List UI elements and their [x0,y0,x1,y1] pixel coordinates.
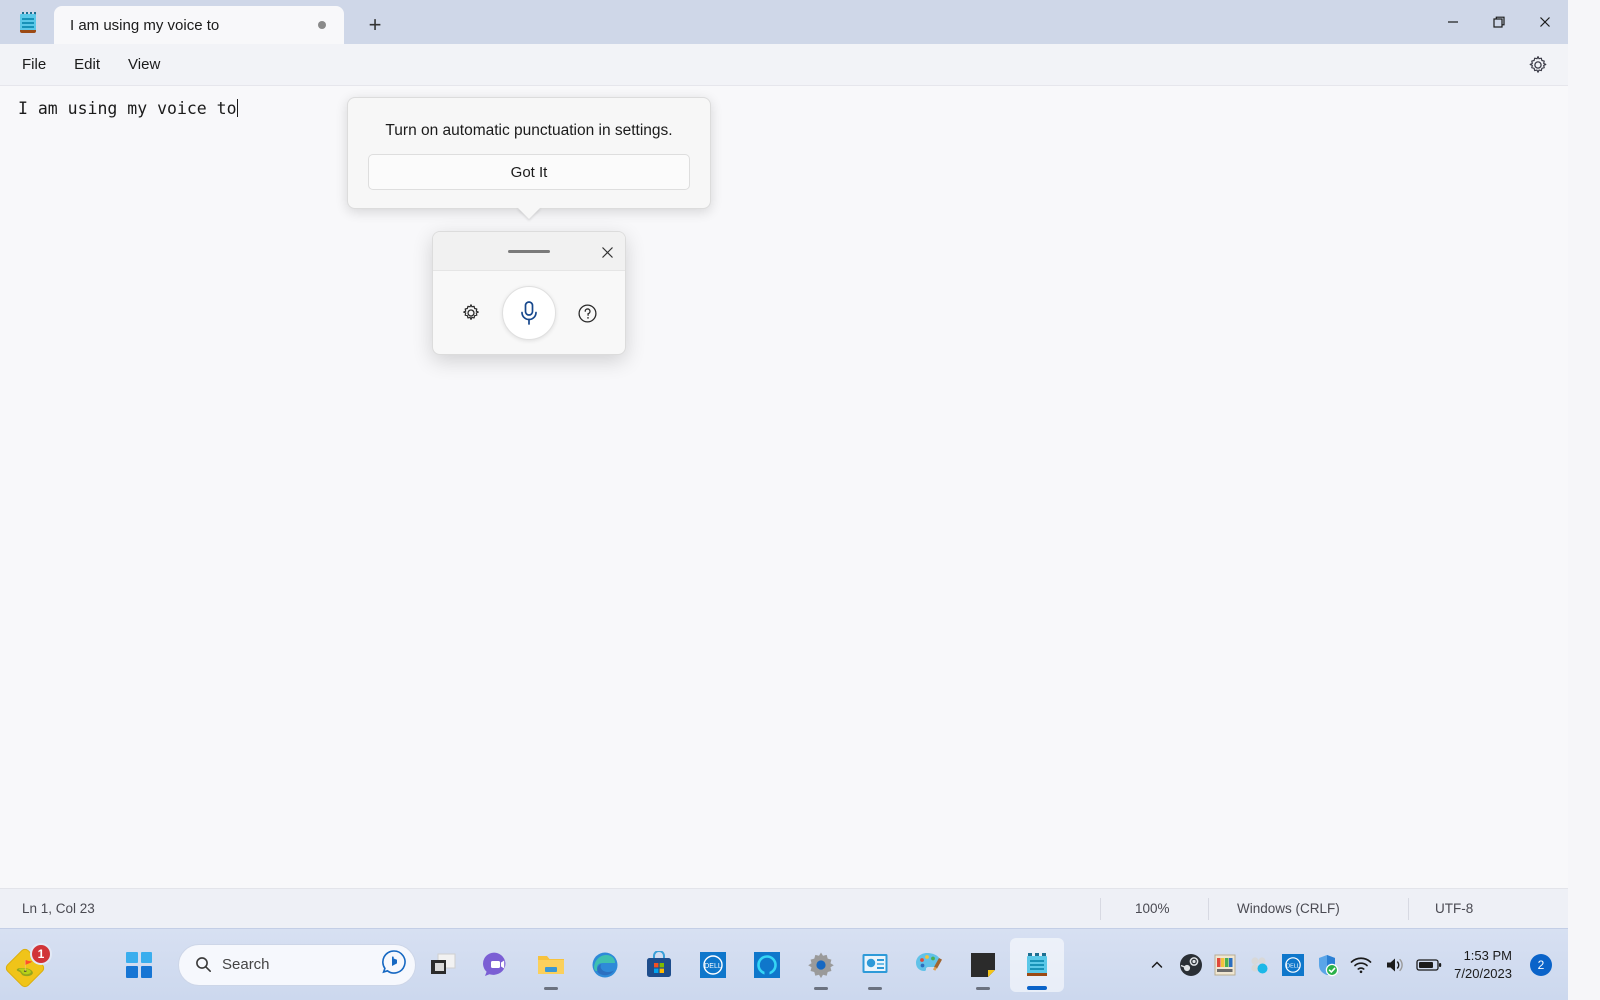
text-editor-area[interactable]: I am using my voice to [0,86,1568,888]
microphone-button[interactable] [502,286,556,340]
notepad-icon [0,0,56,44]
wifi-icon[interactable] [1344,945,1378,985]
teaching-tip-tail [517,207,541,219]
color-profile-icon[interactable] [1208,945,1242,985]
taskbar-app-paint[interactable] [902,938,956,992]
drag-handle[interactable] [508,250,550,253]
running-indicator [1027,985,1047,990]
search-placeholder: Search [222,956,270,973]
line-ending[interactable]: Windows (CRLF) [1208,897,1408,920]
document-tab[interactable]: I am using my voice to [54,6,344,44]
battery-icon[interactable] [1412,945,1446,985]
taskbar-app-edge[interactable] [578,938,632,992]
taskbar-app-settings[interactable] [794,938,848,992]
bing-chat-icon[interactable] [381,949,407,980]
running-indicator [814,986,828,990]
voice-typing-panel [432,231,626,355]
editor-text: I am using my voice to [18,99,237,118]
running-indicator [868,986,882,990]
minimize-icon[interactable] [1430,0,1476,44]
taskbar-center-group: Search DELL [112,929,1064,1000]
menu-edit[interactable]: Edit [60,50,114,79]
taskbar-app-chat[interactable] [470,938,524,992]
microphone-icon [521,301,537,325]
menu-file[interactable]: File [8,50,60,79]
teaching-tip-message: Turn on automatic punctuation in setting… [385,122,673,139]
help-circle-icon[interactable] [573,299,601,327]
restore-icon[interactable] [1476,0,1522,44]
unsaved-indicator-dot [318,21,326,29]
search-icon [196,957,211,972]
windows-security-icon[interactable] [1310,945,1344,985]
zoom-level[interactable]: 100% [1100,897,1208,920]
menu-view[interactable]: View [114,50,174,79]
close-icon[interactable] [595,240,619,264]
running-indicator [976,986,990,990]
voice-panel-body [433,271,625,354]
got-it-button[interactable]: Got It [368,154,690,190]
taskbar-app-sticky-notes[interactable] [956,938,1010,992]
new-tab-button[interactable]: + [358,8,392,42]
close-icon[interactable] [1522,0,1568,44]
taskbar-search-box[interactable]: Search [178,943,416,986]
taskbar-clock[interactable]: 1:53 PM 7/20/2023 [1446,947,1524,983]
taskbar-app-alexa[interactable] [740,938,794,992]
clock-time: 1:53 PM [1463,947,1512,963]
taskbar-app-notepad[interactable] [1010,937,1064,992]
dell-tray-icon[interactable]: DELL [1276,945,1310,985]
sync-app-icon[interactable] [1242,945,1276,985]
encoding[interactable]: UTF-8 [1408,897,1568,920]
taskbar-app-task-view[interactable] [416,938,470,992]
notepad-window: I am using my voice to + File Edit View … [0,0,1568,928]
volume-icon[interactable] [1378,945,1412,985]
status-bar: Ln 1, Col 23 100% Windows (CRLF) UTF-8 [0,888,1568,928]
menu-bar: File Edit View [0,44,1568,86]
running-indicator [544,986,558,990]
steam-icon[interactable] [1174,945,1208,985]
start-button[interactable] [112,938,166,992]
windows-logo-icon [126,951,152,978]
voice-panel-header[interactable] [433,232,625,271]
cursor-position: Ln 1, Col 23 [22,901,95,916]
gear-icon[interactable] [457,299,485,327]
corner-notification-icon[interactable]: ⛳ 1 [3,939,60,991]
taskbar-app-microsoft-store[interactable] [632,938,686,992]
notification-center-button[interactable]: 2 [1524,945,1558,985]
taskbar-app-file-explorer[interactable] [524,938,578,992]
tab-title: I am using my voice to [70,16,220,34]
editor-content: I am using my voice to [18,98,1550,120]
svg-text:DELL: DELL [704,963,722,970]
svg-text:DELL: DELL [1286,963,1300,969]
text-caret [236,99,238,117]
punctuation-teaching-tip: Turn on automatic punctuation in setting… [347,97,711,219]
gear-icon[interactable] [1522,49,1554,81]
window-controls [1430,0,1568,44]
taskbar-app-dell[interactable]: DELL [686,938,740,992]
title-bar: I am using my voice to + [0,0,1568,44]
corner-badge-count: 1 [30,943,52,965]
system-tray: DELL 1:53 PM 7/20/2023 2 [1140,929,1558,1000]
show-hidden-icons-button[interactable] [1140,945,1174,985]
notification-count: 2 [1530,953,1552,976]
clock-date: 7/20/2023 [1454,965,1512,981]
windows-taskbar: ⛳ 1 Search DELL DELL 1:53 PM 7/20/2023 2 [0,928,1568,1000]
taskbar-app-display-manager[interactable] [848,938,902,992]
